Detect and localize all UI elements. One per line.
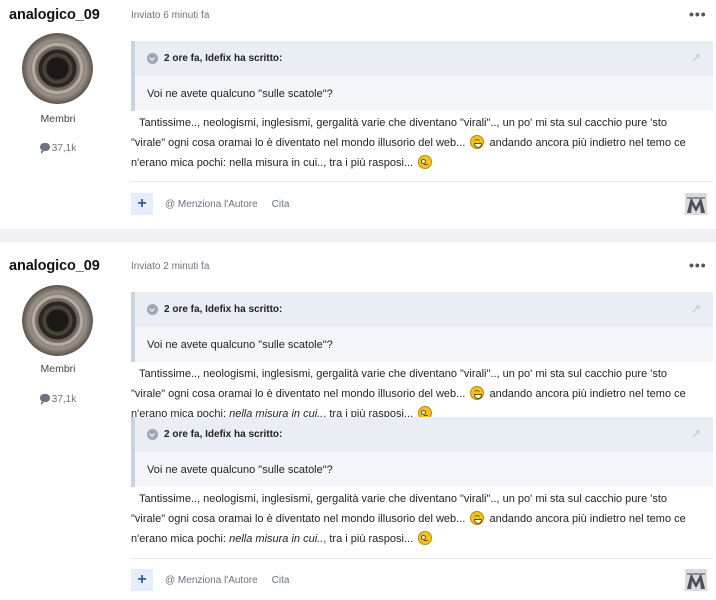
post: analogico_09 Membri 37,1k bbox=[0, 0, 716, 229]
quote-link[interactable]: Cita bbox=[272, 575, 290, 586]
post-content: Tantissime.., neologismi, inglesismi, ge… bbox=[131, 489, 713, 549]
quote-marker-icon bbox=[147, 304, 158, 315]
mention-author-link[interactable]: @ Menziona l'Autore bbox=[165, 575, 258, 586]
content-text: n'erano mica pochi: nella misura in cui.… bbox=[131, 157, 414, 169]
quote-text: Voi ne avete qualcuno "sulle scatole"? bbox=[147, 338, 333, 351]
quote-link[interactable]: Cita bbox=[272, 199, 290, 210]
react-plus-button[interactable]: + bbox=[131, 569, 153, 591]
rolleyes-emoji-icon bbox=[418, 155, 433, 169]
post-content: Tantissime.., neologismi, inglesismi, ge… bbox=[131, 113, 713, 173]
content-line: Tantissime.., neologismi, inglesismi, ge… bbox=[139, 117, 668, 129]
post-footer: + @ Menziona l'Autore Cita bbox=[131, 569, 713, 591]
quote-header: 2 ore fa, Idefix ha scritto: ↗ bbox=[135, 417, 713, 452]
member-group: Membri bbox=[40, 113, 76, 125]
post-menu-button[interactable]: ••• bbox=[689, 6, 707, 22]
content-text: "virale" ogni cosa oramai lo è diventato… bbox=[131, 137, 466, 149]
post-content: Tantissime.., neologismi, inglesismi, ge… bbox=[131, 364, 713, 424]
grin-emoji-icon bbox=[470, 386, 485, 400]
author-name[interactable]: analogico_09 bbox=[9, 258, 100, 274]
quote-header: 2 ore fa, Idefix ha scritto: ↗ bbox=[135, 292, 713, 327]
avatar[interactable] bbox=[22, 285, 93, 356]
quote-block: 2 ore fa, Idefix ha scritto: ↗ Voi ne av… bbox=[131, 417, 713, 487]
post: analogico_09 Membri 37,1k bbox=[0, 242, 716, 600]
content-line: "virale" ogni cosa oramai lo è diventato… bbox=[131, 509, 713, 529]
comment-bubble-icon bbox=[39, 143, 50, 154]
content-text: andando ancora più indietro nel temo ce bbox=[489, 137, 686, 149]
quote-citation[interactable]: 2 ore fa, Idefix ha scritto: bbox=[164, 53, 282, 64]
quote-marker-icon bbox=[147, 53, 158, 64]
mention-author-link[interactable]: @ Menziona l'Autore bbox=[165, 199, 258, 210]
content-text-italic: nella misura in cui.. bbox=[229, 533, 324, 545]
grin-emoji-icon bbox=[470, 511, 485, 525]
post-separator bbox=[0, 229, 716, 242]
content-line: "virale" ogni cosa oramai lo è diventato… bbox=[131, 133, 713, 153]
content-text: andando ancora più indietro nel temo ce bbox=[489, 388, 686, 400]
content-line: Tantissime.., neologismi, inglesismi, ge… bbox=[139, 368, 668, 380]
grin-emoji-icon bbox=[470, 135, 485, 149]
quote-header: 2 ore fa, Idefix ha scritto: ↗ bbox=[135, 41, 713, 76]
post-date[interactable]: Inviato 2 minuti fa bbox=[131, 261, 209, 272]
content-line: n'erano mica pochi: nella misura in cui.… bbox=[131, 529, 713, 549]
avatar[interactable] bbox=[22, 33, 93, 104]
quote-marker-icon bbox=[147, 429, 158, 440]
divider bbox=[131, 181, 713, 182]
post-count[interactable]: 37,1k bbox=[0, 143, 116, 154]
react-plus-button[interactable]: + bbox=[131, 193, 153, 215]
content-text: n'erano mica pochi: bbox=[131, 533, 227, 545]
post-count-value: 37,1k bbox=[51, 143, 77, 154]
content-text: "virale" ogni cosa oramai lo è diventato… bbox=[131, 513, 466, 525]
rolleyes-emoji-icon bbox=[418, 531, 433, 545]
author-name[interactable]: analogico_09 bbox=[9, 7, 100, 23]
quote-citation[interactable]: 2 ore fa, Idefix ha scritto: bbox=[164, 429, 282, 440]
quote-citation[interactable]: 2 ore fa, Idefix ha scritto: bbox=[164, 304, 282, 315]
content-text: andando ancora più indietro nel temo ce bbox=[489, 513, 686, 525]
quote-text: Voi ne avete qualcuno "sulle scatole"? bbox=[147, 87, 333, 100]
content-text: "virale" ogni cosa oramai lo è diventato… bbox=[131, 388, 466, 400]
share-arrow-icon[interactable]: ↗ bbox=[691, 302, 701, 316]
quote-block: 2 ore fa, Idefix ha scritto: ↗ Voi ne av… bbox=[131, 292, 713, 362]
site-logo-icon bbox=[685, 193, 707, 215]
quote-block: 2 ore fa, Idefix ha scritto: ↗ Voi ne av… bbox=[131, 41, 713, 111]
quote-text: Voi ne avete qualcuno "sulle scatole"? bbox=[147, 463, 333, 476]
member-group: Membri bbox=[40, 363, 76, 375]
post-footer: + @ Menziona l'Autore Cita bbox=[131, 193, 713, 215]
share-arrow-icon[interactable]: ↗ bbox=[691, 51, 701, 65]
site-logo-icon bbox=[685, 569, 707, 591]
share-arrow-icon[interactable]: ↗ bbox=[691, 427, 701, 441]
content-line: n'erano mica pochi: nella misura in cui.… bbox=[131, 153, 713, 173]
comment-bubble-icon bbox=[39, 394, 50, 405]
content-line: "virale" ogni cosa oramai lo è diventato… bbox=[131, 384, 713, 404]
post-menu-button[interactable]: ••• bbox=[689, 257, 707, 273]
post-count-value: 37,1k bbox=[51, 394, 77, 405]
content-text: , tra i più rasposi... bbox=[323, 533, 414, 545]
content-line: Tantissime.., neologismi, inglesismi, ge… bbox=[139, 493, 668, 505]
post-date[interactable]: Inviato 6 minuti fa bbox=[131, 10, 209, 21]
post-count[interactable]: 37,1k bbox=[0, 394, 116, 405]
divider bbox=[131, 558, 713, 559]
